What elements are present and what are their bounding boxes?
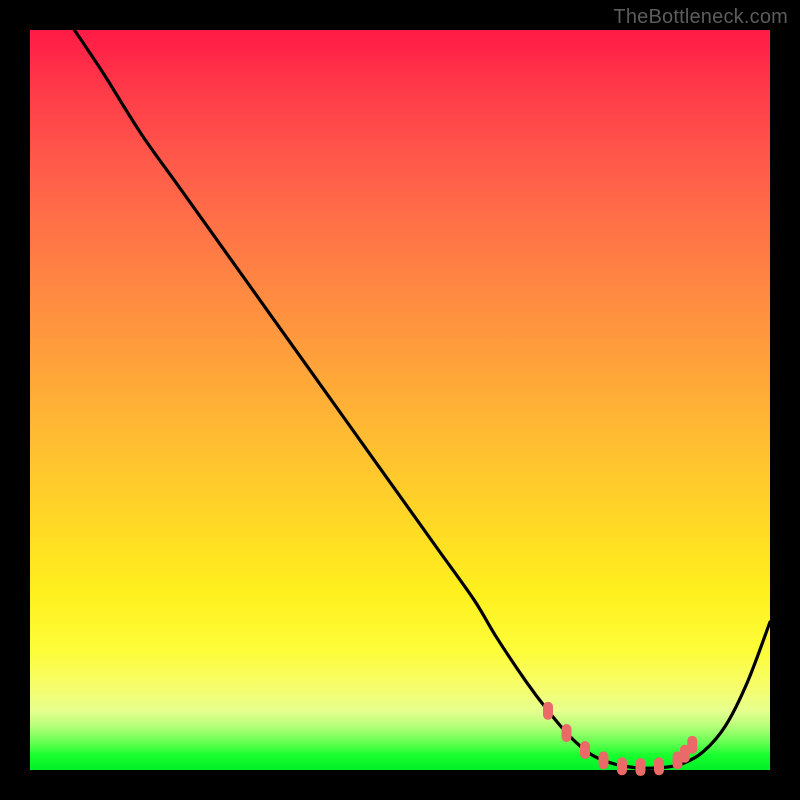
optimal-marker — [687, 736, 697, 754]
optimal-marker — [562, 724, 572, 742]
optimal-marker — [654, 757, 664, 775]
optimal-marker — [599, 751, 609, 769]
attribution-text: TheBottleneck.com — [613, 6, 788, 29]
optimal-marker — [617, 757, 627, 775]
optimal-marker — [543, 702, 553, 720]
optimal-marker — [636, 758, 646, 776]
optimal-marker — [580, 741, 590, 759]
optimal-zone-markers — [543, 702, 697, 776]
chart-frame: TheBottleneck.com — [0, 0, 800, 800]
plot-area — [30, 30, 770, 770]
curve-layer — [30, 30, 770, 770]
bottleneck-curve — [74, 30, 770, 768]
